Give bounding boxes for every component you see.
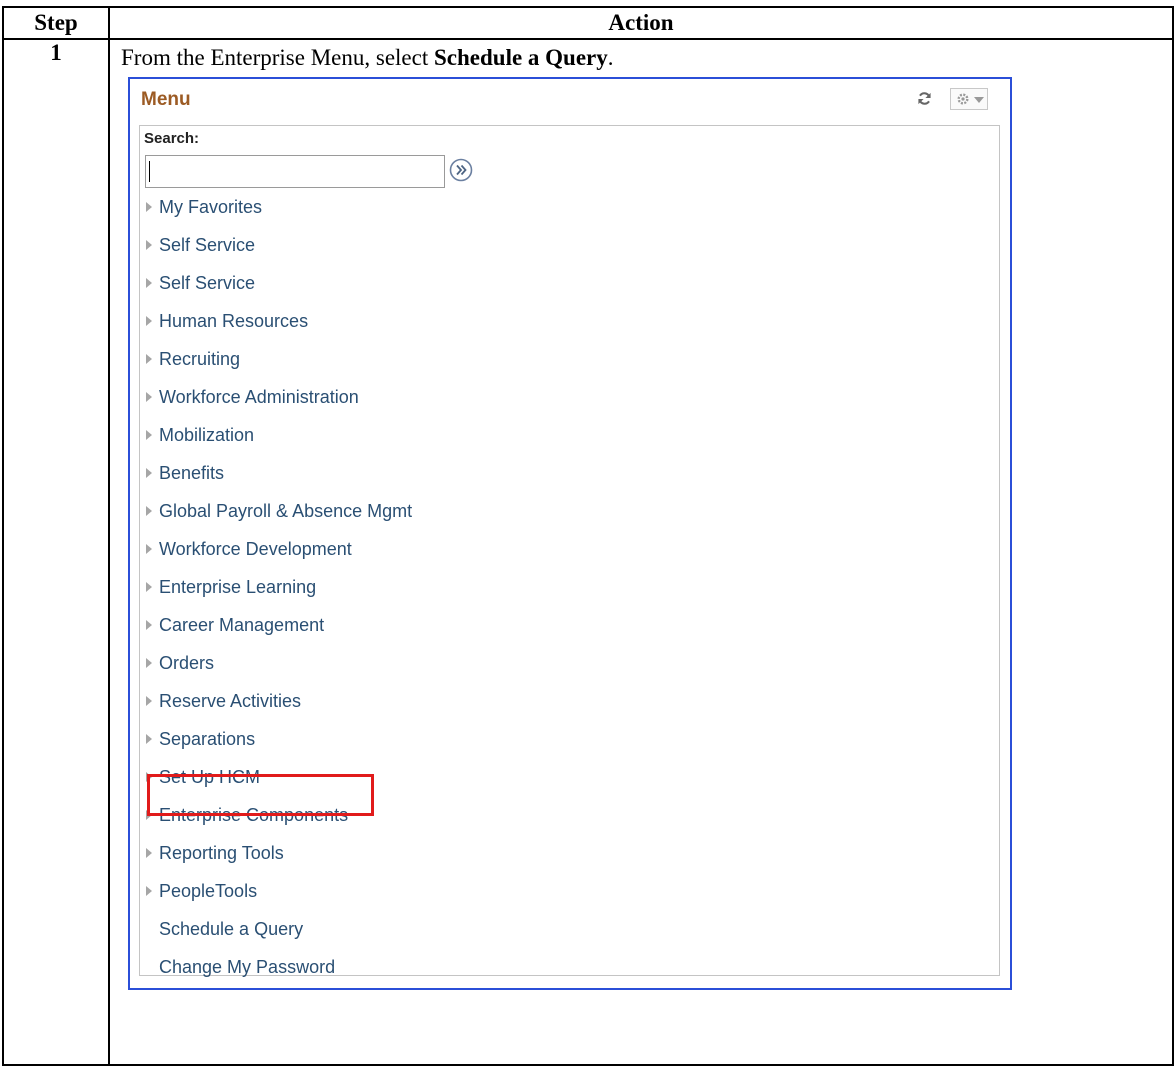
triangle-right-icon	[146, 658, 152, 668]
menu-folder-item[interactable]: Recruiting	[140, 344, 240, 374]
chevron-down-icon	[974, 97, 984, 103]
instruction-bold: Schedule a Query	[433, 45, 608, 70]
highlight-box	[147, 774, 374, 816]
double-chevron-right-icon[interactable]	[449, 158, 473, 182]
menu-folder-label: Enterprise Learning	[159, 576, 317, 597]
triangle-right-icon	[146, 544, 152, 554]
menu-folder-item[interactable]: Self Service	[140, 268, 255, 298]
menu-folder-item[interactable]: My Favorites	[140, 192, 262, 222]
triangle-right-icon	[146, 506, 152, 516]
triangle-right-icon	[146, 316, 152, 326]
step-column-header: Step	[2, 6, 110, 40]
menu-folder-item[interactable]: Workforce Development	[140, 534, 352, 564]
instruction-pre: From the Enterprise Menu, select	[121, 45, 434, 70]
menu-body: Search: My Favorites Self Service Self Ser…	[139, 125, 1000, 977]
menu-folder-label: My Favorites	[159, 196, 263, 217]
menu-folder-label: Recruiting	[159, 348, 241, 369]
menu-pagelet: Menu Search: My Favorites Self Service S…	[128, 77, 1012, 990]
menu-folder-label: Human Resources	[159, 310, 309, 331]
schedule-query-link[interactable]: Schedule a Query	[140, 914, 303, 944]
menu-folder-item[interactable]: Reporting Tools	[140, 838, 284, 868]
menu-folder-label: Mobilization	[159, 424, 255, 445]
menu-folder-item[interactable]: PeopleTools	[140, 876, 257, 906]
action-column-header: Action	[108, 6, 1174, 40]
menu-folder-item[interactable]: Reserve Activities	[140, 686, 301, 716]
triangle-right-icon	[146, 582, 152, 592]
menu-folder-item[interactable]: Workforce Administration	[140, 382, 359, 412]
triangle-right-icon	[146, 848, 152, 858]
menu-folder-label: Reporting Tools	[159, 842, 284, 863]
menu-folder-item[interactable]: Human Resources	[140, 306, 308, 336]
menu-folder-label: Orders	[159, 652, 215, 673]
triangle-right-icon	[146, 430, 152, 440]
menu-link-label: Change My Password	[159, 956, 336, 977]
menu-folder-label: Career Management	[159, 614, 325, 635]
menu-folder-label: Global Payroll & Absence Mgmt	[159, 500, 413, 521]
menu-folder-item[interactable]: Self Service	[140, 230, 255, 260]
text-cursor	[149, 161, 150, 182]
change-password-link[interactable]: Change My Password	[140, 952, 335, 982]
menu-folder-label: Self Service	[159, 272, 256, 293]
triangle-right-icon	[146, 734, 152, 744]
menu-folder-item[interactable]: Enterprise Learning	[140, 572, 316, 602]
refresh-icon[interactable]	[917, 91, 932, 106]
menu-folder-label: PeopleTools	[159, 880, 258, 901]
triangle-right-icon	[146, 354, 152, 364]
step-number: 1	[2, 38, 110, 1066]
triangle-right-icon	[146, 696, 152, 706]
menu-header: Menu	[130, 79, 1010, 123]
triangle-right-icon	[146, 886, 152, 896]
menu-folder-label: Workforce Administration	[159, 386, 359, 407]
search-input[interactable]	[145, 155, 445, 188]
menu-folder-item[interactable]: Separations	[140, 724, 255, 754]
instruction-text: From the Enterprise Menu, select Schedul…	[121, 44, 1172, 71]
menu-folder-label: Workforce Development	[159, 538, 352, 559]
menu-folder-item[interactable]: Career Management	[140, 610, 324, 640]
triangle-right-icon	[146, 392, 152, 402]
menu-folder-item[interactable]: Mobilization	[140, 420, 254, 450]
settings-menu-button[interactable]	[950, 88, 988, 110]
instruction-post: .	[607, 45, 614, 70]
gear-icon	[957, 93, 969, 105]
menu-folder-label: Reserve Activities	[159, 690, 302, 711]
triangle-right-icon	[146, 620, 152, 630]
triangle-right-icon	[146, 202, 152, 212]
menu-folder-item[interactable]: Orders	[140, 648, 214, 678]
action-cell: From the Enterprise Menu, select Schedul…	[108, 38, 1174, 1066]
triangle-right-icon	[146, 468, 152, 478]
menu-link-label: Schedule a Query	[159, 918, 304, 939]
menu-folder-label: Self Service	[159, 234, 256, 255]
menu-folder-label: Separations	[159, 728, 256, 749]
menu-folder-item[interactable]: Benefits	[140, 458, 224, 488]
procedure-table: Step Action 1 From the Enterprise Menu, …	[2, 6, 1174, 1066]
menu-title: Menu	[141, 89, 191, 110]
search-label: Search:	[144, 130, 200, 147]
menu-folder-label: Benefits	[159, 462, 225, 483]
triangle-right-icon	[146, 240, 152, 250]
triangle-right-icon	[146, 278, 152, 288]
menu-folder-item[interactable]: Global Payroll & Absence Mgmt	[140, 496, 412, 526]
